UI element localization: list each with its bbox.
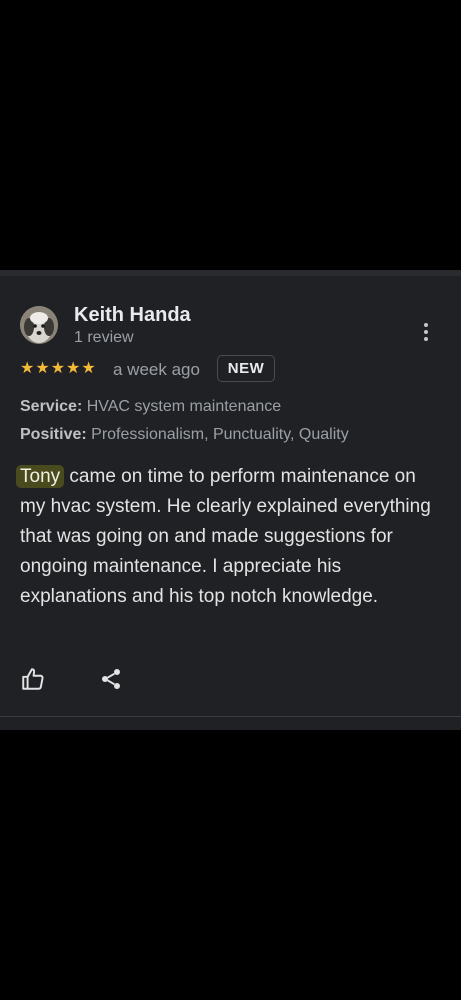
highlighted-name: Tony	[16, 465, 65, 488]
author-review-count: 1 review	[74, 329, 134, 346]
avatar[interactable]	[20, 306, 58, 344]
more-vert-icon-dot	[424, 337, 428, 341]
thumbs-up-icon	[22, 668, 44, 690]
positive-label: Positive:	[20, 426, 87, 443]
share-icon	[102, 669, 120, 689]
more-vert-icon-dot	[424, 330, 428, 334]
star-icon: ★	[20, 360, 35, 377]
more-vert-icon	[424, 323, 428, 327]
star-icon: ★	[50, 360, 66, 377]
star-icon: ★	[81, 360, 96, 377]
service-value: HVAC system maintenance	[86, 398, 282, 415]
review-date: a week ago	[113, 360, 200, 379]
star-rating: ★ ★ ★ ★ ★	[20, 359, 96, 379]
share-button[interactable]	[96, 664, 126, 694]
star-icon: ★	[35, 360, 50, 377]
review-body: came on time to perform maintenance on m…	[20, 466, 431, 607]
service-line: Service: HVAC system maintenance	[20, 398, 281, 416]
dog-avatar-icon	[20, 306, 58, 344]
more-options-button[interactable]	[412, 318, 440, 346]
star-icon: ★	[66, 360, 81, 377]
new-badge: NEW	[217, 355, 275, 382]
positive-line: Positive: Professionalism, Punctuality, …	[20, 426, 349, 444]
positive-value: Professionalism, Punctuality, Quality	[91, 426, 349, 443]
review-text: Tony came on time to perform maintenance…	[16, 462, 445, 612]
author-name[interactable]: Keith Handa	[74, 304, 191, 327]
bottom-divider	[0, 716, 461, 717]
like-button[interactable]	[18, 664, 48, 694]
service-label: Service:	[20, 398, 83, 415]
